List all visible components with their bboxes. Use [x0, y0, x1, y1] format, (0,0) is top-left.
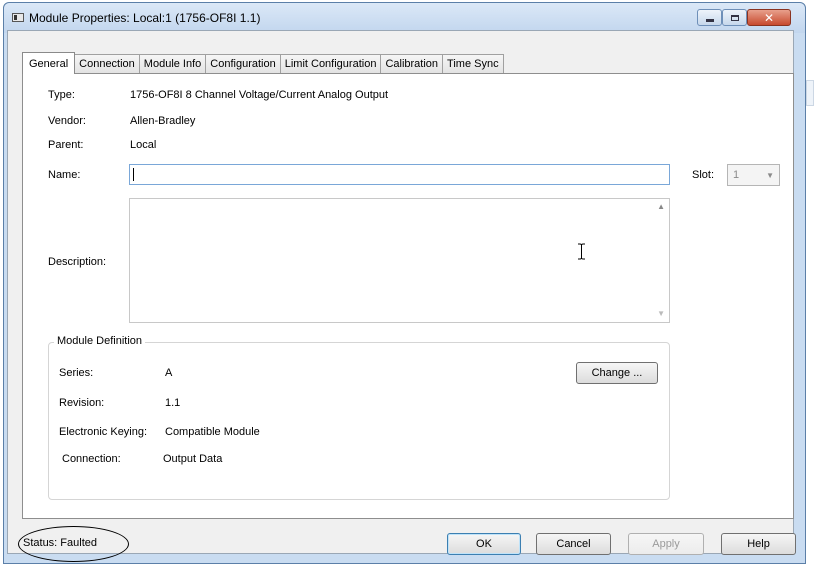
description-scrollbar[interactable]: ▲ ▼ [652, 199, 669, 322]
cancel-button[interactable]: Cancel [536, 533, 611, 555]
maximize-icon [730, 14, 739, 21]
vendor-label: Vendor: [48, 115, 86, 127]
module-window-icon [12, 13, 24, 22]
slot-dropdown[interactable]: 1 ▼ [727, 164, 780, 186]
tab-connection[interactable]: Connection [74, 54, 140, 73]
tab-module-info[interactable]: Module Info [138, 54, 207, 73]
revision-value: 1.1 [165, 397, 181, 409]
slot-value: 1 [733, 169, 740, 181]
minimize-button[interactable] [697, 9, 722, 26]
vendor-value: Allen-Bradley [130, 115, 196, 127]
tab-calibration[interactable]: Calibration [380, 54, 444, 73]
ok-button[interactable]: OK [447, 533, 521, 555]
text-caret [133, 168, 134, 181]
module-definition-title: Module Definition [54, 335, 145, 347]
change-button[interactable]: Change ... [576, 362, 658, 384]
connection-value: Output Data [163, 453, 223, 465]
scroll-up-icon[interactable]: ▲ [657, 202, 665, 211]
close-icon: ✕ [763, 10, 775, 25]
tab-configuration[interactable]: Configuration [205, 54, 281, 73]
apply-button[interactable]: Apply [628, 533, 704, 555]
slot-label: Slot: [692, 169, 715, 181]
description-label: Description: [48, 256, 107, 268]
title-bar[interactable]: Module Properties: Local:1 (1756-OF8I 1.… [4, 3, 805, 33]
tab-general[interactable]: General [22, 52, 76, 74]
close-button[interactable]: ✕ [747, 9, 791, 26]
status-text: Status: Faulted [23, 537, 97, 549]
description-field[interactable]: ▲ ▼ [129, 198, 670, 323]
background-window-edge [806, 80, 814, 106]
electronic-keying-label: Electronic Keying: [59, 426, 148, 438]
tab-strip: General Connection Module Info Configura… [22, 52, 504, 74]
tab-limit-configuration[interactable]: Limit Configuration [279, 54, 382, 73]
minimize-icon [705, 18, 714, 22]
name-field[interactable] [129, 164, 670, 185]
type-label: Type: [48, 89, 75, 101]
window-title: Module Properties: Local:1 (1756-OF8I 1.… [29, 11, 261, 25]
series-label: Series: [59, 367, 94, 379]
maximize-button[interactable] [722, 9, 747, 26]
tab-time-sync[interactable]: Time Sync [442, 54, 504, 73]
revision-label: Revision: [59, 397, 105, 409]
parent-label: Parent: [48, 139, 84, 151]
connection-label: Connection: [62, 453, 121, 465]
help-button[interactable]: Help [721, 533, 796, 555]
electronic-keying-value: Compatible Module [165, 426, 260, 438]
type-value: 1756-OF8I 8 Channel Voltage/Current Anal… [130, 89, 389, 101]
series-value: A [165, 367, 173, 379]
scroll-down-icon[interactable]: ▼ [657, 309, 665, 318]
chevron-down-icon: ▼ [766, 171, 774, 180]
name-label: Name: [48, 169, 81, 181]
ibeam-cursor-icon [578, 243, 585, 260]
parent-value: Local [130, 139, 157, 151]
